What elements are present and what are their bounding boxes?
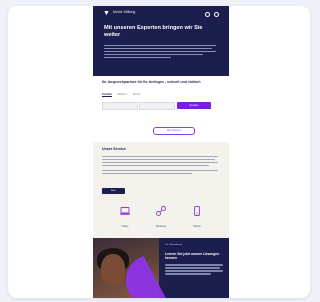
header-actions (205, 12, 219, 17)
hero-body (104, 43, 216, 60)
info-body (102, 154, 218, 176)
tab-callback[interactable]: Rückruf (118, 93, 127, 97)
name-input[interactable] (102, 102, 138, 110)
feature-label: Beratung (156, 225, 166, 228)
info-section: Unser Service Mehr Online Beratung Telef… (93, 142, 229, 238)
submit-button[interactable]: Senden (177, 102, 211, 109)
tab-contact[interactable]: Kontakt (102, 93, 112, 97)
form-title: Ihr Ansprechpartner für Ihr Anliegen - s… (102, 80, 201, 84)
tab-appointment[interactable]: Termin (133, 93, 141, 97)
menu-icon[interactable] (214, 12, 219, 17)
feature-phone[interactable]: Telefon (183, 204, 211, 228)
promo-section: Für Unternehmen Lernen Sie jetzt unsere … (93, 238, 229, 298)
laptop-icon (120, 207, 130, 215)
logo-text: Moritz Stiftung (113, 10, 136, 14)
info-title: Unser Service (102, 147, 126, 151)
logo-icon: ▼ (103, 10, 110, 17)
preview-card: ▼ Moritz Stiftung Mit unseren Experten b… (8, 6, 310, 298)
promo-photo (93, 238, 167, 298)
info-button[interactable]: Mehr (102, 188, 125, 194)
hero-title: Mit unseren Experten bringen wir Sie wei… (104, 25, 203, 38)
feature-label: Online (121, 225, 129, 228)
mobile-page-preview[interactable]: ▼ Moritz Stiftung Mit unseren Experten b… (93, 6, 229, 298)
hero-section: ▼ Moritz Stiftung Mit unseren Experten b… (93, 6, 229, 76)
feature-consulting[interactable]: Beratung (147, 204, 175, 228)
email-input[interactable] (139, 102, 175, 110)
contact-form-section: Ihr Ansprechpartner für Ihr Anliegen - s… (93, 76, 229, 142)
phone-icon (194, 206, 200, 216)
form-tabs: Kontakt Rückruf Termin (102, 93, 140, 97)
more-options-button[interactable]: Alle Optionen (153, 127, 195, 135)
promo-title: Lernen Sie jetzt unsere Lösungen kennen (165, 252, 220, 261)
network-icon (156, 206, 166, 216)
promo-kicker: Für Unternehmen (165, 244, 183, 246)
feature-label: Telefon (193, 225, 201, 228)
promo-photo-face (101, 254, 125, 286)
feature-online[interactable]: Online (111, 204, 139, 228)
promo-text: Für Unternehmen Lernen Sie jetzt unsere … (165, 244, 223, 276)
search-icon[interactable] (205, 12, 210, 17)
